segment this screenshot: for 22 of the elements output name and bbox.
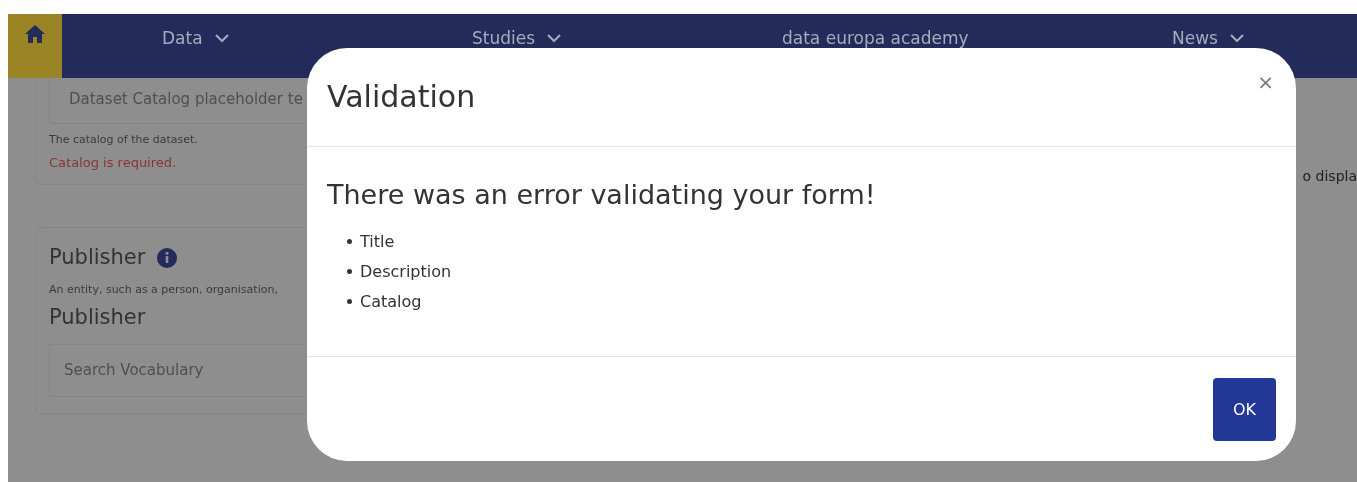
- section-description: An entity, such as a person, organisation,: [49, 281, 279, 298]
- error-heading: There was an error validating your form!: [327, 178, 877, 212]
- error-message: Catalog is required.: [49, 153, 178, 172]
- home-icon: [24, 24, 46, 44]
- info-icon[interactable]: [157, 247, 178, 268]
- nav-link[interactable]: Studies: [472, 26, 782, 52]
- nav-link[interactable]: Data: [162, 26, 472, 52]
- bullet-icon: [347, 269, 352, 274]
- error-item: Catalog: [360, 290, 422, 313]
- nav-link[interactable]: News: [1172, 26, 1322, 52]
- nav-link[interactable]: data europa academy: [782, 26, 1172, 52]
- home-button[interactable]: [8, 14, 62, 78]
- field-label: Publisher: [49, 304, 147, 331]
- bullet-icon: [347, 239, 352, 244]
- ok-button[interactable]: OK: [1213, 378, 1276, 441]
- error-item: Title: [360, 230, 395, 253]
- close-button[interactable]: ×: [1257, 72, 1274, 92]
- background-text: o displa: [1302, 168, 1357, 184]
- section-title: Publisher: [49, 244, 146, 271]
- bullet-icon: [347, 299, 352, 304]
- error-item: Description: [360, 260, 452, 283]
- field-hint: The catalog of the dataset.: [49, 132, 199, 148]
